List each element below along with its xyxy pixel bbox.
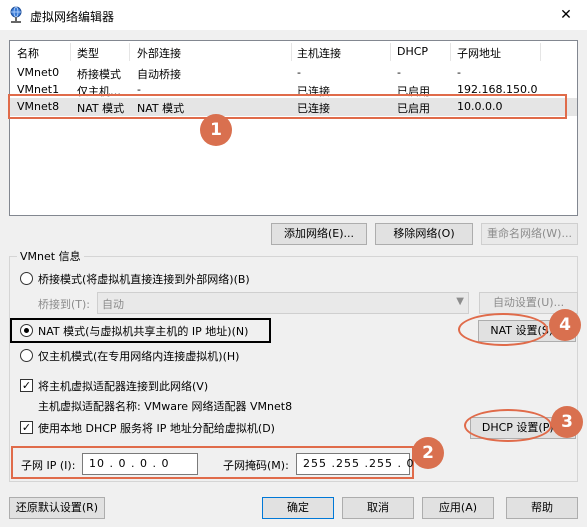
list-row-vmnet0[interactable]: VMnet0 桥接模式 自动桥接 - - - bbox=[10, 64, 577, 82]
restore-defaults-button[interactable]: 还原默认设置(R) bbox=[9, 497, 105, 519]
bridge-mode-label[interactable]: 桥接模式(将虚拟机直接连接到外部网络)(B) bbox=[38, 271, 250, 287]
column-header-dhcp[interactable]: DHCP bbox=[397, 45, 428, 58]
cell-type: 桥接模式 bbox=[77, 68, 121, 81]
nat-mode-label[interactable]: NAT 模式(与虚拟机共享主机的 IP 地址)(N) bbox=[38, 323, 248, 339]
vmnet-info-title: VMnet 信息 bbox=[17, 248, 84, 264]
rename-network-button[interactable]: 重命名网络(W)... bbox=[481, 223, 578, 245]
app-network-icon bbox=[8, 6, 24, 24]
host-only-label[interactable]: 仅主机模式(在专用网络内连接虚拟机)(H) bbox=[38, 348, 239, 364]
remove-network-button[interactable]: 移除网络(O) bbox=[375, 223, 473, 245]
annotation-oval-nat-settings bbox=[458, 313, 548, 346]
bridged-to-value: 自动 bbox=[102, 298, 124, 311]
network-list[interactable]: 名称 类型 外部连接 主机连接 DHCP 子网地址 VMnet0 桥接模式 自动… bbox=[9, 40, 578, 216]
cell-external: 自动桥接 bbox=[137, 68, 181, 81]
column-header-external[interactable]: 外部连接 bbox=[137, 45, 181, 61]
annotation-oval-dhcp-settings bbox=[464, 409, 552, 442]
chevron-down-icon: ▼ bbox=[456, 296, 464, 307]
annotation-badge-3: 3 bbox=[551, 406, 583, 438]
adapter-name-label: 主机虚拟适配器名称: VMware 网络适配器 VMnet8 bbox=[38, 400, 293, 413]
help-button[interactable]: 帮助 bbox=[506, 497, 578, 519]
close-icon[interactable]: ✕ bbox=[553, 4, 579, 26]
subnet-mask-input[interactable]: 255 .255 .255 . 0 bbox=[296, 453, 413, 475]
annotation-highlight-row bbox=[8, 94, 567, 119]
cancel-button[interactable]: 取消 bbox=[342, 497, 414, 519]
cell-name: VMnet0 bbox=[17, 66, 60, 79]
annotation-badge-4: 4 bbox=[549, 309, 581, 341]
subnet-ip-input[interactable]: 10 . 0 . 0 . 0 bbox=[82, 453, 198, 475]
use-dhcp-checkbox[interactable]: ✓ bbox=[20, 421, 33, 434]
use-dhcp-label[interactable]: 使用本地 DHCP 服务将 IP 地址分配给虚拟机(D) bbox=[38, 420, 275, 436]
annotation-badge-1: 1 bbox=[200, 114, 232, 146]
cell-subnet: - bbox=[457, 66, 461, 79]
column-header-name[interactable]: 名称 bbox=[17, 45, 39, 61]
bridge-mode-radio[interactable] bbox=[20, 272, 33, 285]
column-header-type[interactable]: 类型 bbox=[77, 45, 99, 61]
cell-dhcp: - bbox=[397, 66, 401, 79]
ok-button[interactable]: 确定 bbox=[262, 497, 334, 519]
nat-mode-radio[interactable] bbox=[20, 324, 33, 337]
subnet-ip-label: 子网 IP (I): bbox=[21, 459, 76, 472]
bridged-to-label: 桥接到(T): bbox=[38, 298, 91, 311]
subnet-mask-label: 子网掩码(M): bbox=[223, 459, 289, 472]
list-header: 名称 类型 外部连接 主机连接 DHCP 子网地址 bbox=[10, 43, 577, 61]
add-network-button[interactable]: 添加网络(E)... bbox=[271, 223, 367, 245]
column-header-host[interactable]: 主机连接 bbox=[297, 45, 341, 61]
apply-button[interactable]: 应用(A) bbox=[422, 497, 494, 519]
host-only-radio[interactable] bbox=[20, 349, 33, 362]
window-title: 虚拟网络编辑器 bbox=[30, 10, 115, 24]
connect-adapter-label[interactable]: 将主机虚拟适配器连接到此网络(V) bbox=[38, 378, 208, 394]
connect-adapter-checkbox[interactable]: ✓ bbox=[20, 379, 33, 392]
column-header-subnet[interactable]: 子网地址 bbox=[457, 45, 501, 61]
annotation-badge-2: 2 bbox=[412, 437, 444, 469]
bridged-to-select[interactable]: 自动 ▼ bbox=[97, 292, 469, 314]
cell-host: - bbox=[297, 66, 301, 79]
